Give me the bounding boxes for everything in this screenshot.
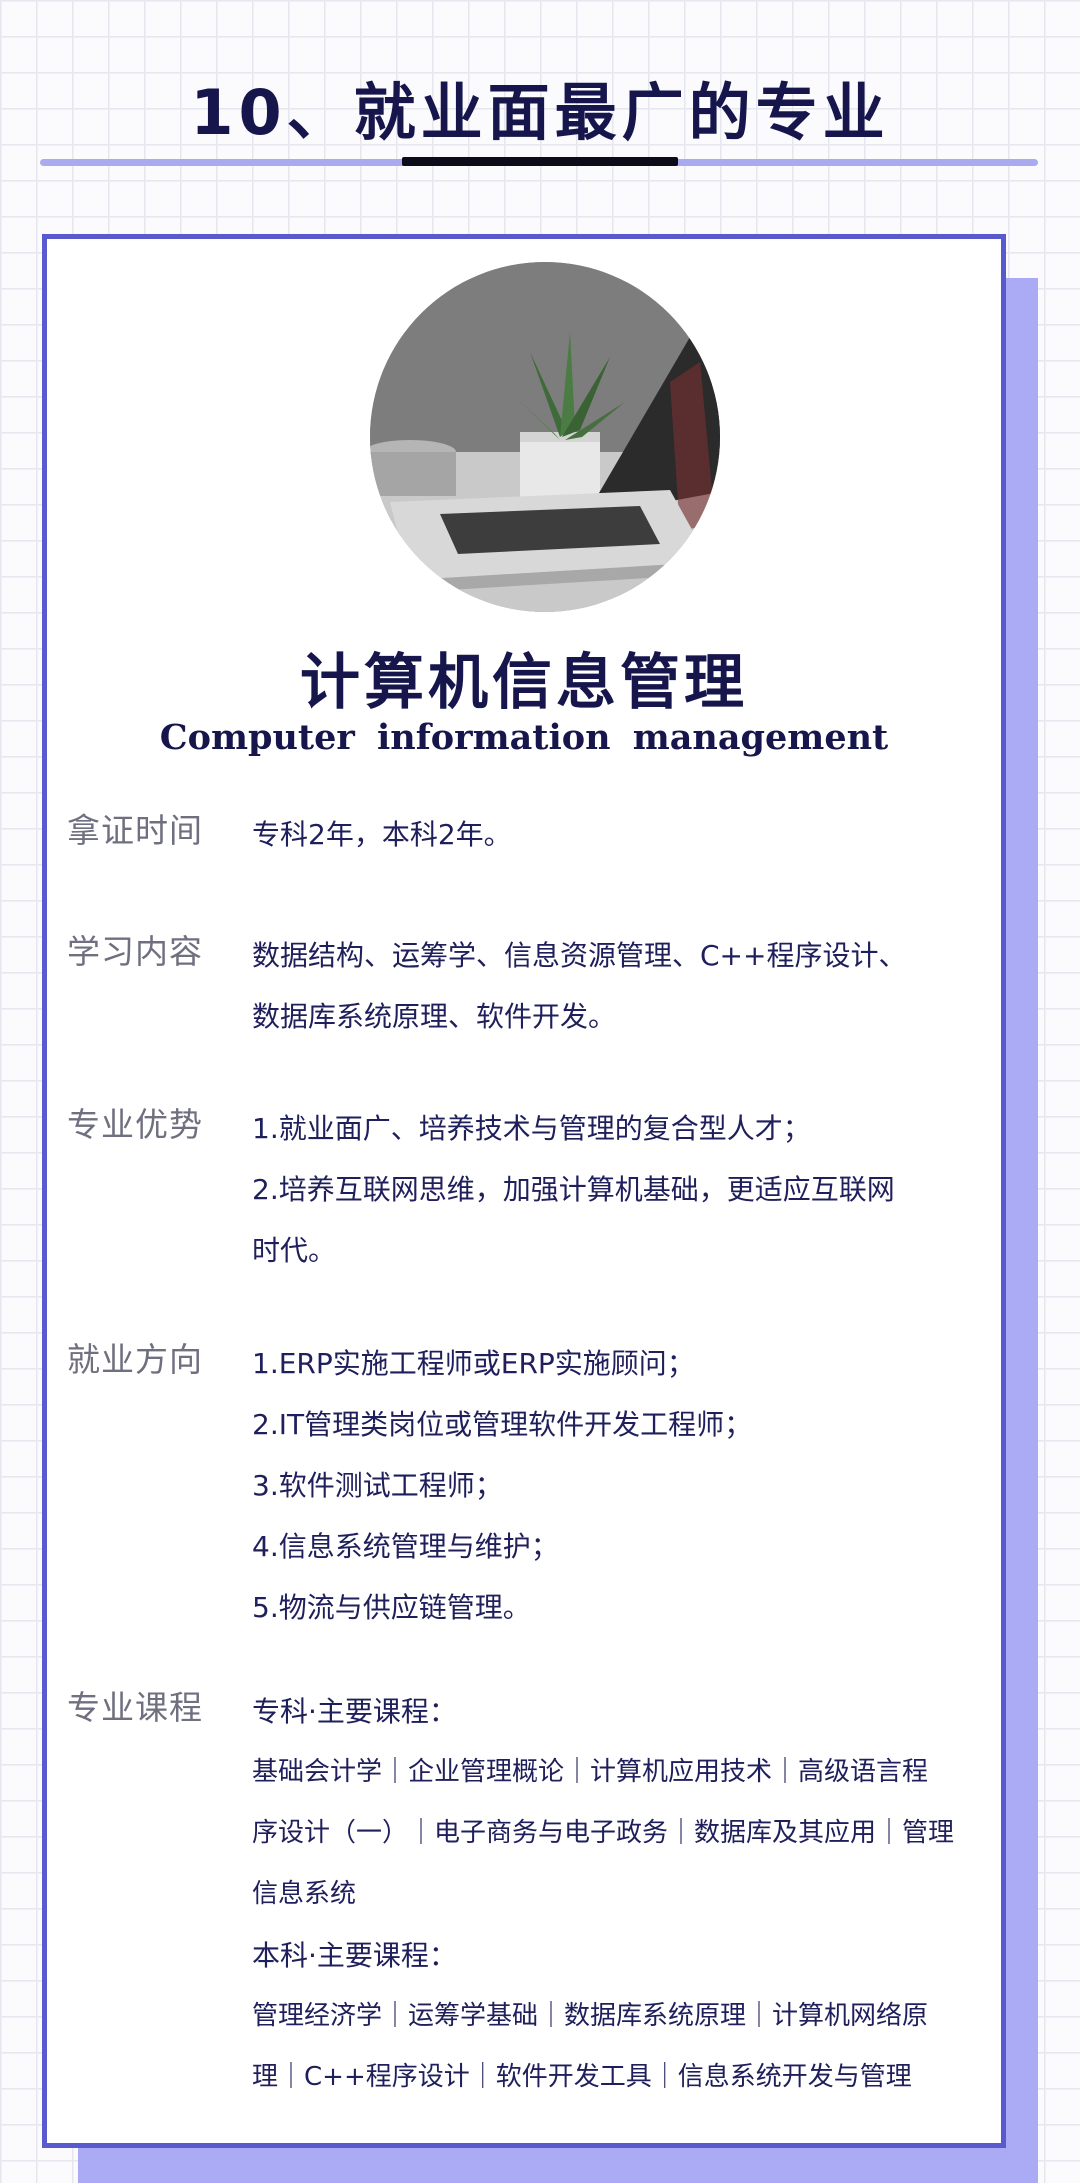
senior-courses-title: 本科·主要课程： — [252, 1939, 457, 1972]
courses-label: 专业课程 — [67, 1688, 203, 1727]
major-card: 计算机信息管理 Computer information management … — [42, 234, 1006, 2148]
junior-courses-title: 专科·主要课程： — [252, 1695, 457, 1728]
content-line: 4.信息系统管理与维护； — [252, 1530, 559, 1563]
content-line: 2.培养互联网思维，加强计算机基础，更适应互联网 — [252, 1173, 895, 1206]
advantage-content: 1.就业面广、培养技术与管理的复合型人才； 2.培养互联网思维，加强计算机基础，… — [252, 1098, 972, 1281]
courses-content: 专科·主要课程： 基础会计学｜企业管理概论｜计算机应用技术｜高级语言程 序设计（… — [252, 1681, 972, 2108]
photo-illustration — [370, 262, 720, 612]
content-line: 1.ERP实施工程师或ERP实施顾问； — [252, 1347, 695, 1380]
content-line: 数据结构、运筹学、信息资源管理、C++程序设计、 — [252, 939, 907, 972]
course-line: 管理经济学｜运筹学基础｜数据库系统原理｜计算机网络原 — [252, 2001, 929, 2031]
content-line: 1.就业面广、培养技术与管理的复合型人才； — [252, 1112, 811, 1145]
study-content: 数据结构、运筹学、信息资源管理、C++程序设计、 数据库系统原理、软件开发。 — [252, 925, 972, 1047]
content-line: 数据库系统原理、软件开发。 — [252, 1000, 617, 1033]
career-content: 1.ERP实施工程师或ERP实施顾问； 2.IT管理类岗位或管理软件开发工程师；… — [252, 1333, 972, 1638]
laptop-plant-photo — [370, 262, 720, 612]
career-label: 就业方向 — [67, 1340, 203, 1379]
page-title: 10、就业面最广的专业 — [190, 76, 890, 149]
cert-time-content: 专科2年，本科2年。 — [252, 804, 972, 865]
course-line: 序设计（一）｜电子商务与电子政务｜数据库及其应用｜管理 — [252, 1818, 955, 1848]
course-line: 理｜C++程序设计｜软件开发工具｜信息系统开发与管理 — [252, 2062, 912, 2092]
content-line: 2.IT管理类岗位或管理软件开发工程师； — [252, 1408, 753, 1441]
title-underline-accent — [402, 157, 678, 166]
cert-time-label: 拿证时间 — [67, 811, 203, 850]
course-line: 信息系统 — [252, 1879, 357, 1909]
content-line: 5.物流与供应链管理。 — [252, 1591, 531, 1624]
content-line: 3.软件测试工程师； — [252, 1469, 503, 1502]
content-line: 时代。 — [252, 1234, 337, 1267]
course-line: 基础会计学｜企业管理概论｜计算机应用技术｜高级语言程 — [252, 1757, 929, 1787]
major-title: 计算机信息管理 — [300, 648, 748, 718]
study-label: 学习内容 — [67, 932, 203, 971]
major-subtitle-en: Computer information management — [159, 717, 889, 758]
advantage-label: 专业优势 — [67, 1105, 203, 1144]
content-line: 专科2年，本科2年。 — [252, 818, 512, 851]
